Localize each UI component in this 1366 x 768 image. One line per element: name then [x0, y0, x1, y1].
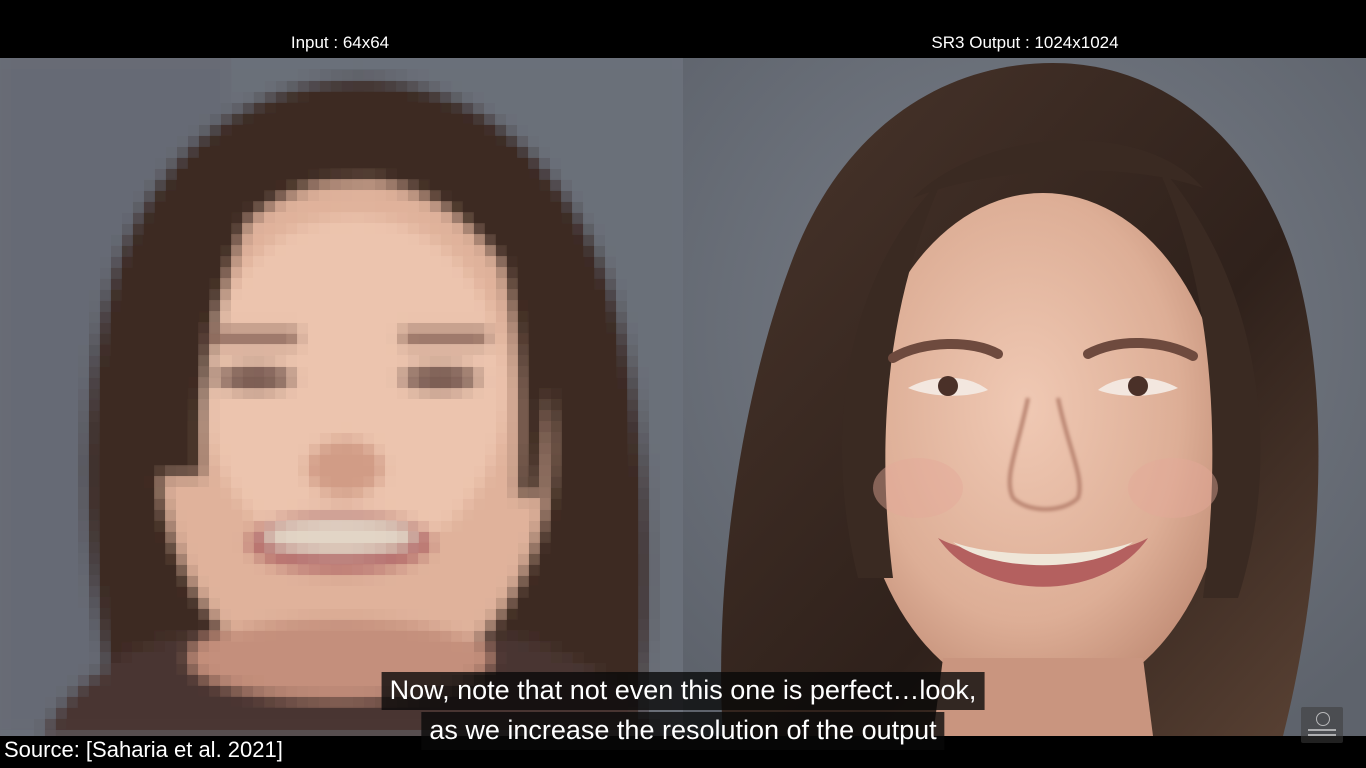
source-credit: Source: [Saharia et al. 2021]	[4, 737, 283, 762]
input-label: Input : 64x64	[290, 33, 390, 52]
subtitle-line-1: Now, note that not even this one is perf…	[381, 672, 985, 710]
output-image	[683, 58, 1366, 736]
input-image	[0, 58, 683, 736]
channel-logo-icon	[1301, 707, 1343, 743]
subtitle-line-2: as we increase the resolution of the out…	[421, 712, 945, 750]
top-label-bar	[0, 0, 1366, 58]
output-label: SR3 Output : 1024x1024	[931, 33, 1119, 52]
video-frame: Input : 64x64 SR3 Output : 1024x1024 Now…	[0, 0, 1366, 768]
